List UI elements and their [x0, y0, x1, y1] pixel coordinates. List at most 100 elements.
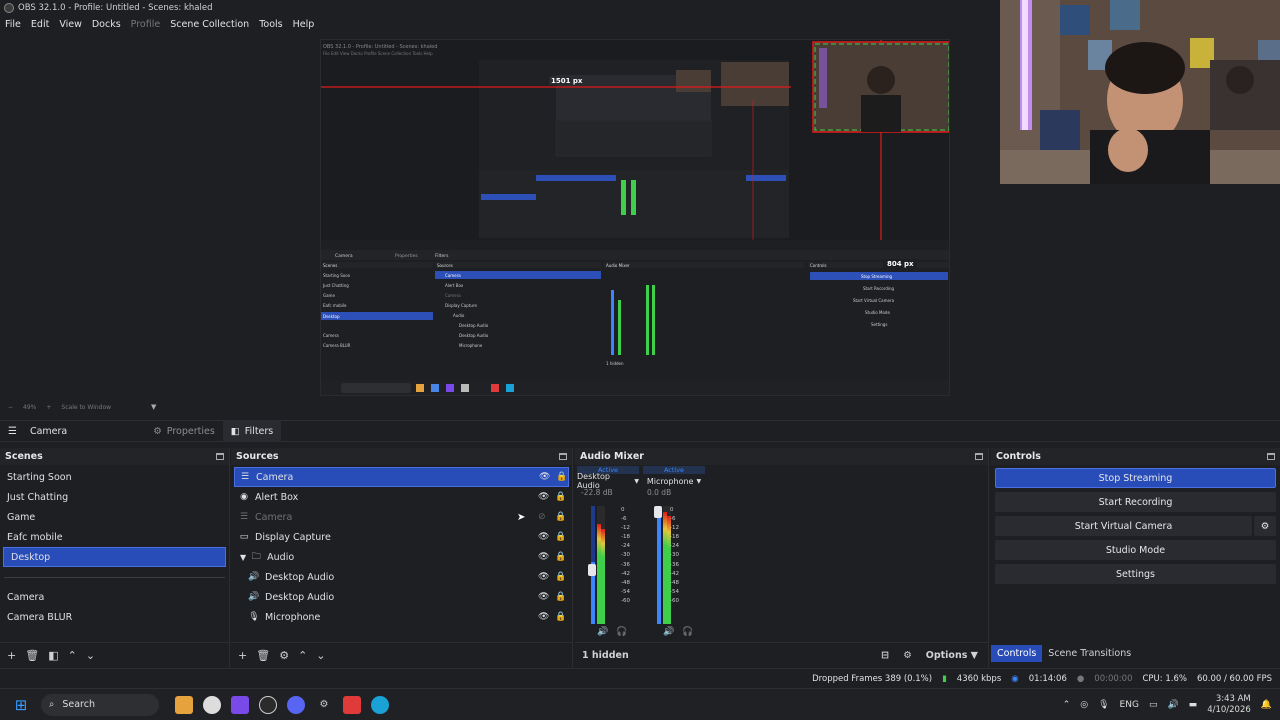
add-icon[interactable]: +: [7, 649, 16, 662]
filters-button[interactable]: ◧ Filters: [222, 420, 282, 442]
scene-item[interactable]: Eafc mobile: [0, 527, 229, 547]
move-up-icon[interactable]: ⌃: [298, 649, 307, 662]
file-explorer-icon[interactable]: [175, 695, 193, 714]
stop-streaming-button[interactable]: Stop Streaming: [995, 468, 1276, 488]
app-icon[interactable]: [231, 695, 249, 714]
scene-item[interactable]: Starting Soon: [0, 467, 229, 487]
trash-icon[interactable]: 🗑: [256, 649, 270, 662]
edge-icon[interactable]: [371, 695, 389, 714]
move-up-icon[interactable]: ⌃: [68, 649, 77, 662]
volume-icon[interactable]: 🔊: [1167, 700, 1178, 710]
source-item-hidden[interactable]: ☰ Camera ➤ ⊘ 🔒: [234, 507, 569, 527]
menu-view[interactable]: View: [54, 19, 87, 30]
scene-item[interactable]: Just Chatting: [0, 487, 229, 507]
source-item[interactable]: ▭ Display Capture 👁 🔒: [234, 527, 569, 547]
mic-icon[interactable]: 🎙: [1098, 700, 1109, 710]
chrome-icon[interactable]: [203, 695, 221, 714]
trash-icon[interactable]: 🗑: [25, 649, 39, 662]
obs-icon[interactable]: [259, 695, 277, 714]
channel-name[interactable]: Desktop Audio ▼: [577, 472, 639, 490]
undock-icon[interactable]: [216, 453, 224, 460]
menu-profile[interactable]: Profile: [126, 19, 166, 30]
eye-hidden-icon[interactable]: ⊘: [538, 512, 546, 522]
scale-mode[interactable]: Scale to Window: [61, 404, 111, 411]
hidden-count[interactable]: 1 hidden: [582, 650, 629, 661]
settings-button[interactable]: Settings: [995, 564, 1276, 584]
gear-icon[interactable]: ⚙: [279, 649, 289, 662]
lock-icon[interactable]: 🔒: [555, 572, 566, 582]
lock-icon[interactable]: 🔒: [555, 532, 566, 542]
source-item[interactable]: ◉ Alert Box 👁 🔒: [234, 487, 569, 507]
clock[interactable]: 3:43 AM 4/10/2026: [1207, 694, 1251, 716]
lock-icon[interactable]: 🔒: [555, 512, 566, 522]
menu-scene-collection[interactable]: Scene Collection: [165, 19, 254, 30]
source-item[interactable]: 🔊 Desktop Audio 👁 🔒: [234, 567, 569, 587]
eye-icon[interactable]: 👁: [538, 532, 549, 542]
tab-scene-transitions[interactable]: Scene Transitions: [1042, 645, 1137, 662]
channel-name[interactable]: Microphone ▼: [643, 474, 705, 488]
undock-icon[interactable]: [559, 453, 567, 460]
scene-item[interactable]: Camera BLUR: [0, 607, 229, 627]
source-group[interactable]: ▼ 🗀 Audio 👁 🔒: [234, 547, 569, 567]
eye-icon[interactable]: 👁: [539, 472, 550, 482]
headphones-icon[interactable]: 🎧: [682, 627, 693, 637]
display-capture-preview[interactable]: OBS 32.1.0 - Profile: Untitled - Scenes:…: [320, 39, 950, 396]
menu-help[interactable]: Help: [288, 19, 320, 30]
battery-icon[interactable]: ▬: [1189, 700, 1198, 710]
chevron-up-icon[interactable]: ⌃: [1063, 700, 1071, 710]
scene-item-selected[interactable]: Desktop: [3, 547, 226, 567]
options-button[interactable]: Options ▼: [926, 650, 978, 661]
lock-icon[interactable]: 🔒: [556, 472, 567, 482]
network-icon[interactable]: ▭: [1149, 700, 1158, 710]
eye-icon[interactable]: 👁: [538, 572, 549, 582]
brave-icon[interactable]: [343, 695, 361, 714]
eye-icon[interactable]: 👁: [538, 492, 549, 502]
source-item[interactable]: 🎙 Microphone 👁 🔒: [234, 607, 569, 627]
mixer-settings-icon[interactable]: ⚙: [903, 650, 912, 661]
eye-icon[interactable]: 👁: [538, 552, 549, 562]
tray-app-icon[interactable]: ◎: [1080, 700, 1088, 710]
discord-icon[interactable]: [287, 695, 305, 714]
lock-icon[interactable]: 🔒: [555, 552, 566, 562]
windows-start-icon[interactable]: ⊞: [12, 696, 30, 714]
source-item-selected[interactable]: ☰ Camera 👁 🔒: [234, 467, 569, 487]
settings-app-icon[interactable]: ⚙: [315, 696, 333, 714]
menu-tools[interactable]: Tools: [254, 19, 287, 30]
move-down-icon[interactable]: ⌄: [316, 649, 325, 662]
scene-item[interactable]: Camera: [0, 587, 229, 607]
volume-slider-handle[interactable]: [588, 564, 596, 576]
speaker-icon[interactable]: 🔊: [663, 627, 674, 637]
add-icon[interactable]: +: [238, 649, 247, 662]
move-down-icon[interactable]: ⌄: [86, 649, 95, 662]
notifications-icon[interactable]: 🔔: [1261, 700, 1272, 710]
undock-icon[interactable]: [1267, 453, 1275, 460]
zoom-in-icon[interactable]: +: [46, 404, 51, 411]
lock-icon[interactable]: 🔒: [555, 592, 566, 602]
headphones-icon[interactable]: 🎧: [616, 627, 627, 637]
menu-docks[interactable]: Docks: [87, 19, 126, 30]
menu-file[interactable]: File: [0, 19, 26, 30]
lock-icon[interactable]: 🔒: [555, 492, 566, 502]
eye-icon[interactable]: 👁: [538, 592, 549, 602]
layout-icon[interactable]: ⊟: [881, 650, 889, 661]
studio-mode-button[interactable]: Studio Mode: [995, 540, 1276, 560]
filter-icon[interactable]: ◧: [48, 649, 58, 662]
menu-edit[interactable]: Edit: [26, 19, 54, 30]
chevron-down-icon[interactable]: ▼: [151, 403, 156, 411]
source-item[interactable]: 🔊 Desktop Audio 👁 🔒: [234, 587, 569, 607]
volume-slider-handle[interactable]: [654, 506, 662, 518]
tab-controls[interactable]: Controls: [991, 644, 1043, 662]
lock-icon[interactable]: 🔒: [555, 612, 566, 622]
speaker-icon[interactable]: 🔊: [597, 627, 608, 637]
taskbar-search[interactable]: ⌕ Search: [41, 693, 159, 716]
chevron-down-icon[interactable]: ▼: [240, 553, 246, 562]
virtual-camera-settings-icon[interactable]: ⚙: [1254, 516, 1276, 536]
undock-icon[interactable]: [975, 453, 983, 460]
scene-item[interactable]: Game: [0, 507, 229, 527]
properties-button[interactable]: ⚙ Properties: [145, 420, 223, 442]
start-recording-button[interactable]: Start Recording: [995, 492, 1276, 512]
start-virtual-camera-button[interactable]: Start Virtual Camera: [995, 516, 1252, 536]
language-indicator[interactable]: ENG: [1120, 700, 1139, 710]
zoom-out-icon[interactable]: −: [8, 404, 13, 411]
eye-icon[interactable]: 👁: [538, 612, 549, 622]
